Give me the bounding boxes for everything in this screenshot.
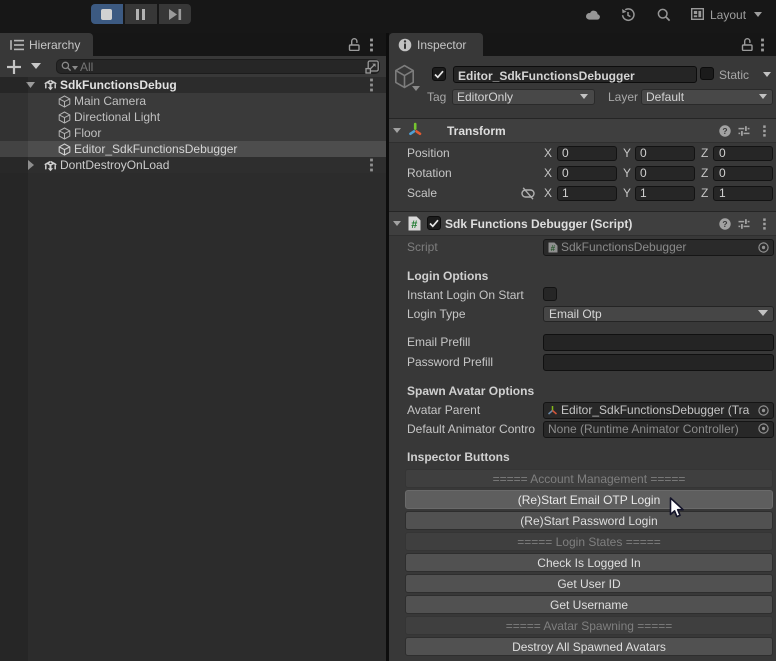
svg-text:#: # [551,244,556,253]
svg-text:?: ? [722,219,727,229]
svg-text:#: # [411,219,417,231]
svg-text:?: ? [722,126,727,136]
